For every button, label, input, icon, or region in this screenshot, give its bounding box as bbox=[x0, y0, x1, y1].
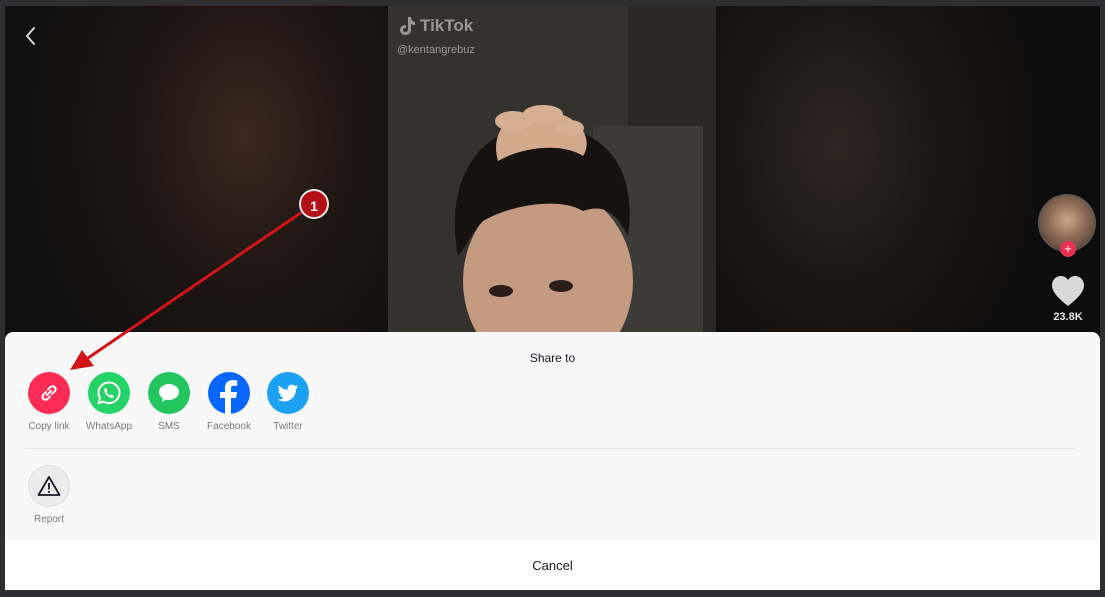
share-facebook-button[interactable]: Facebook bbox=[199, 372, 259, 432]
twitter-icon bbox=[267, 372, 309, 414]
whatsapp-icon bbox=[88, 372, 130, 414]
warning-triangle-icon bbox=[28, 465, 70, 507]
tiktok-logo-icon bbox=[400, 17, 415, 35]
share-option-label: Copy link bbox=[28, 421, 70, 432]
heart-icon[interactable] bbox=[1050, 274, 1086, 310]
share-sheet-title: Share to bbox=[529, 351, 576, 365]
tiktok-brand-text: TikTok bbox=[420, 16, 474, 35]
tiktok-watermark: TikTok bbox=[398, 16, 473, 36]
share-twitter-button[interactable]: Twitter bbox=[258, 372, 318, 432]
video-player[interactable]: TikTok @kentangrebuz bbox=[388, 6, 716, 336]
report-label: Report bbox=[33, 514, 64, 525]
back-chevron-icon[interactable] bbox=[19, 24, 43, 48]
share-sheet: Share to Copy link WhatsApp SMS Facebook… bbox=[5, 332, 1100, 540]
step-number-badge: 1 bbox=[299, 189, 329, 219]
sms-icon bbox=[148, 372, 190, 414]
share-option-label: Twitter bbox=[273, 421, 303, 432]
share-copy-link-button[interactable]: Copy link bbox=[19, 372, 79, 432]
facebook-icon bbox=[208, 372, 250, 414]
share-whatsapp-button[interactable]: WhatsApp bbox=[79, 372, 139, 432]
share-option-label: Facebook bbox=[207, 421, 251, 432]
cancel-button[interactable]: Cancel bbox=[5, 540, 1100, 590]
share-option-label: WhatsApp bbox=[85, 421, 133, 432]
like-count: 23.8K bbox=[1053, 311, 1083, 323]
share-sheet-divider bbox=[25, 448, 1077, 449]
share-option-label: SMS bbox=[158, 421, 180, 432]
creator-handle-watermark: @kentangrebuz bbox=[397, 44, 475, 56]
follow-plus-icon[interactable]: + bbox=[1060, 241, 1076, 257]
link-icon bbox=[28, 372, 70, 414]
share-sms-button[interactable]: SMS bbox=[139, 372, 199, 432]
tiktok-viewer: TikTok @kentangrebuz + 23.8K Share to Co… bbox=[5, 6, 1100, 590]
report-button[interactable]: Report bbox=[19, 465, 79, 525]
